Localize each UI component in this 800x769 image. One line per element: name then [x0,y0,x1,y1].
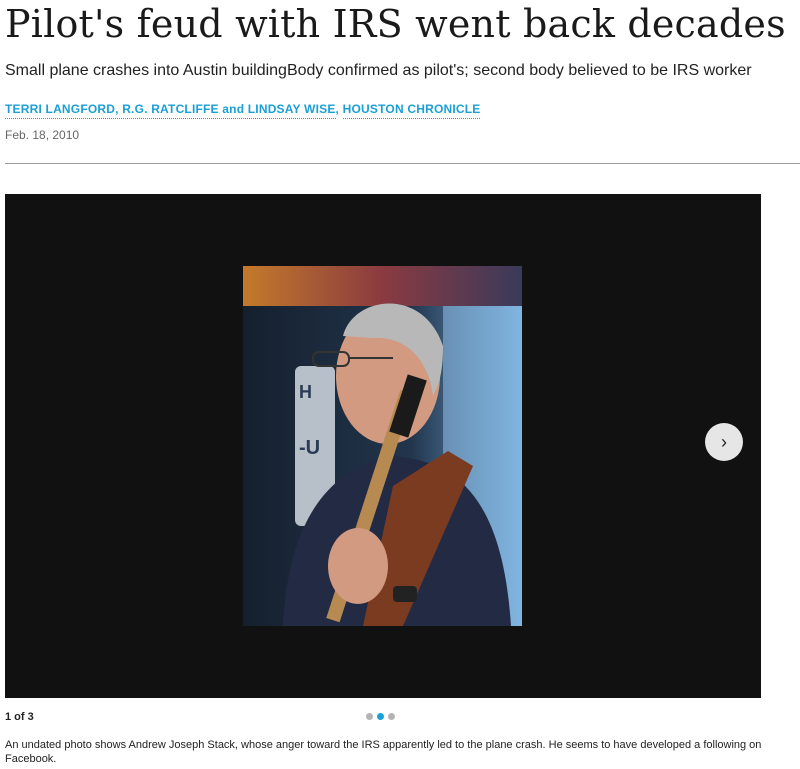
byline-authors-link[interactable]: TERRI LANGFORD, R.G. RATCLIFFE and LINDS… [5,102,336,119]
gallery-dot[interactable] [388,713,395,720]
header-divider [5,163,800,164]
chevron-right-icon: › [721,431,727,452]
photo-caption: An undated photo shows Andrew Joseph Sta… [5,739,762,765]
article-subhead: Small plane crashes into Austin building… [5,62,752,79]
byline-outlet-link[interactable]: HOUSTON CHRONICLE [342,102,481,119]
article-date: Feb. 18, 2010 [5,128,80,142]
byline-separator: , [335,102,340,116]
gallery-photo: H -U [243,266,522,626]
gallery-next-button[interactable]: › [705,423,743,461]
svg-text:H: H [299,382,312,402]
svg-text:-U: -U [299,437,320,459]
article-headline: Pilot's feud with IRS went back decades [5,2,786,46]
gallery-dot[interactable] [366,713,373,720]
gallery-counter: 1 of 3 [5,711,34,723]
gallery-pagination [366,713,395,720]
byline: TERRI LANGFORD, R.G. RATCLIFFE and LINDS… [5,102,481,119]
photo-gallery[interactable]: H -U › [5,194,761,698]
photo-illustration: H -U [243,266,522,626]
gallery-dot[interactable] [377,713,384,720]
